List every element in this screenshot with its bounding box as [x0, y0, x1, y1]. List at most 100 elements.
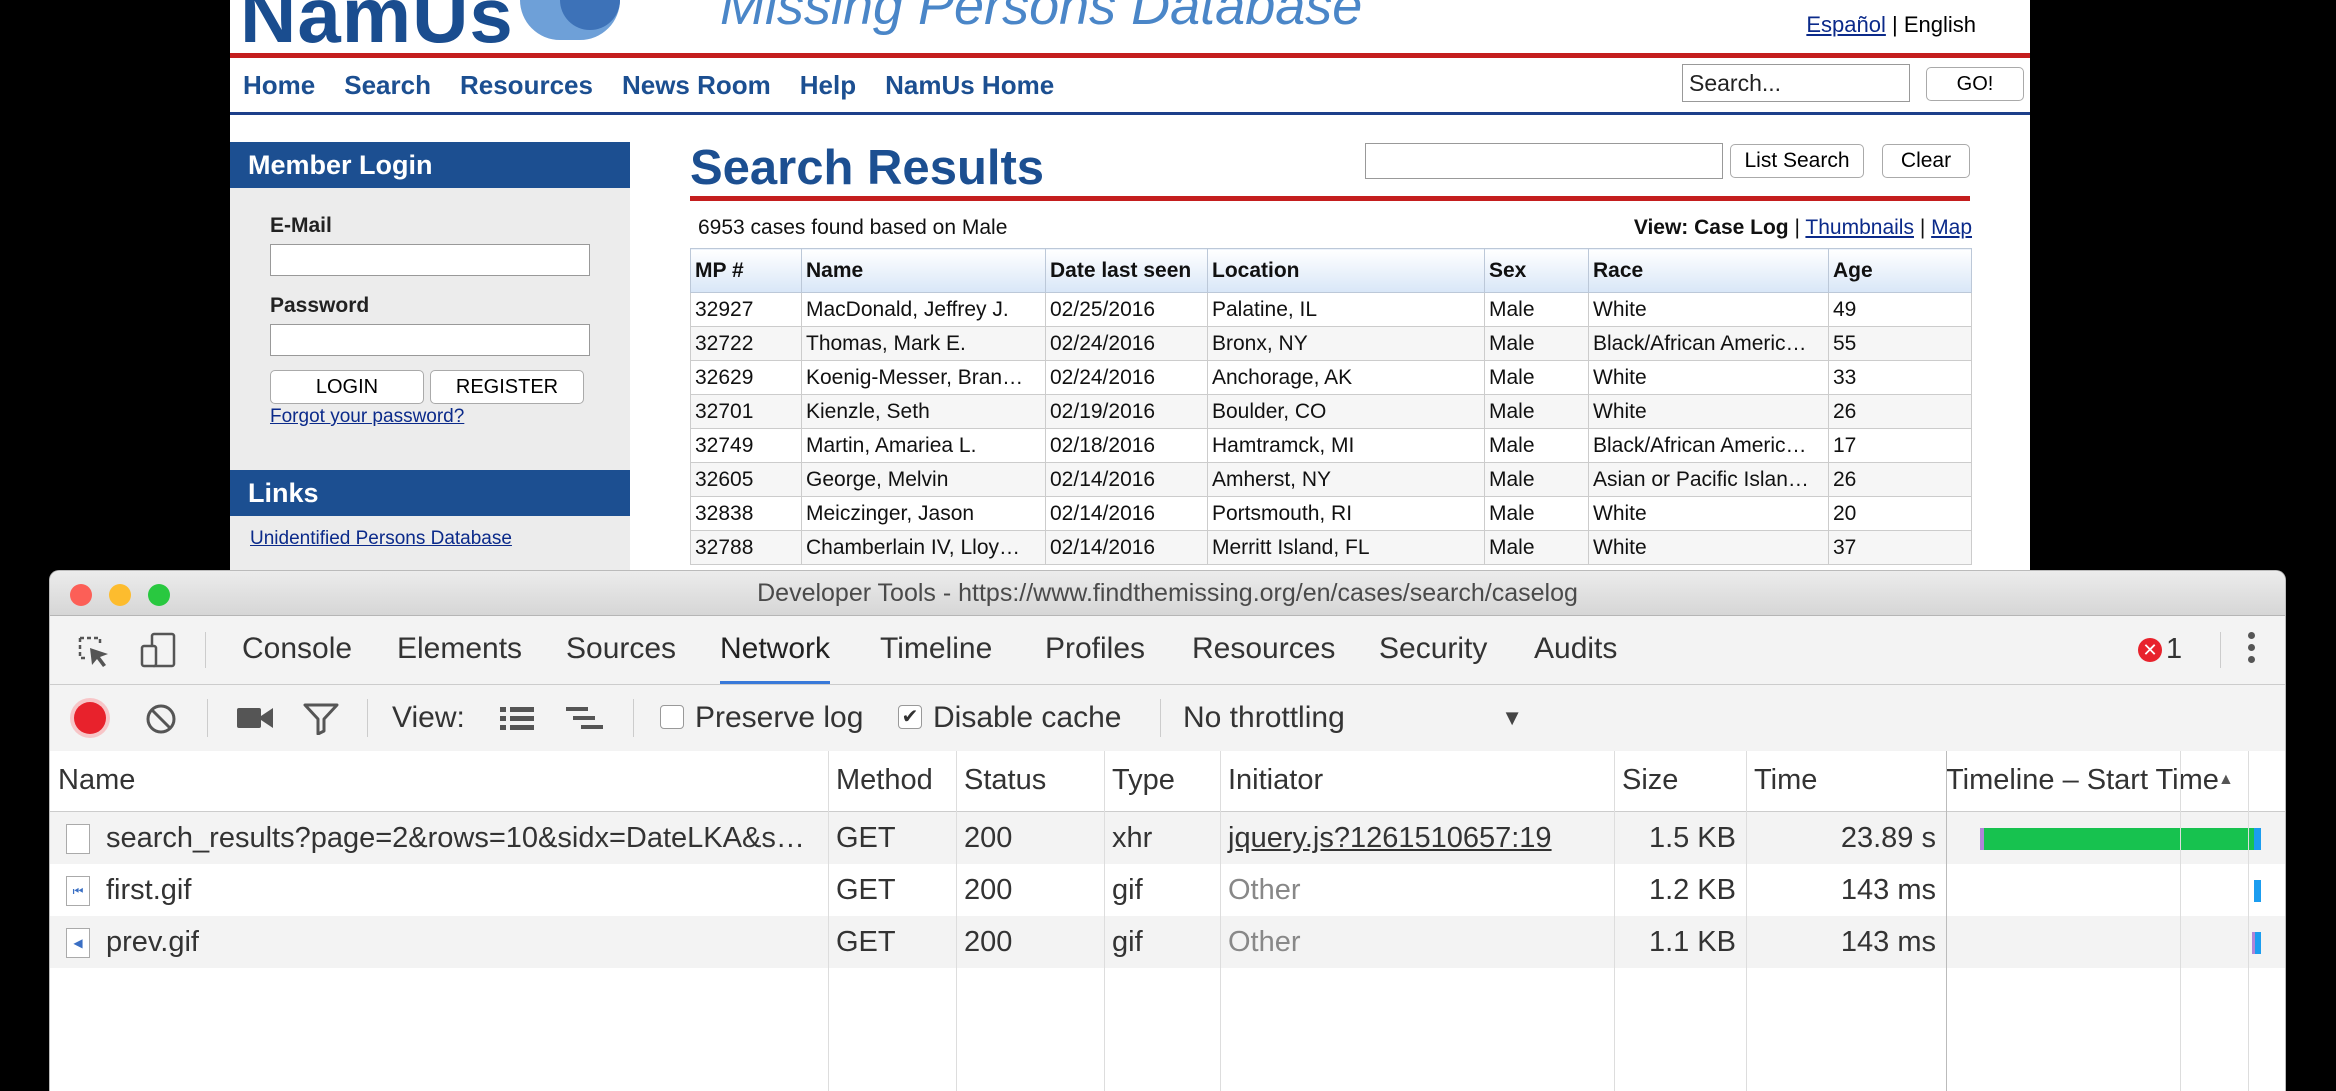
- request-status: 200: [964, 926, 1013, 958]
- inspect-element-icon[interactable]: [76, 634, 112, 670]
- request-method: GET: [836, 926, 896, 958]
- devtools-titlebar[interactable]: Developer Tools - https://www.findthemis…: [50, 571, 2285, 616]
- nav-news-room[interactable]: News Room: [622, 70, 771, 101]
- tab-elements[interactable]: Elements: [397, 616, 522, 684]
- cell-location: Boulder, CO: [1207, 394, 1485, 429]
- column-divider[interactable]: [828, 751, 829, 1091]
- col-size[interactable]: Size: [1614, 751, 1746, 809]
- large-rows-icon[interactable]: [499, 705, 535, 731]
- login-button[interactable]: LOGIN: [270, 370, 424, 404]
- cell-age: 33: [1828, 360, 1972, 395]
- table-row[interactable]: 32788 Chamberlain IV, Lloy… 02/14/2016 M…: [690, 530, 1972, 565]
- col-initiator[interactable]: Initiator: [1220, 751, 1614, 809]
- list-search-button[interactable]: List Search: [1730, 144, 1864, 178]
- nav-namus-home[interactable]: NamUs Home: [885, 70, 1054, 101]
- english-label: English: [1903, 12, 1976, 37]
- email-field[interactable]: [270, 244, 590, 276]
- nav-search[interactable]: Search: [344, 70, 431, 101]
- table-row[interactable]: 32749 Martin, Amariea L. 02/18/2016 Hamt…: [690, 428, 1972, 463]
- column-divider[interactable]: [1104, 751, 1105, 1091]
- nav-help[interactable]: Help: [800, 70, 856, 101]
- column-divider[interactable]: [1220, 751, 1221, 1091]
- error-counter[interactable]: ✕ 1: [2138, 616, 2182, 684]
- column-divider[interactable]: [956, 751, 957, 1091]
- list-search-input[interactable]: [1365, 143, 1723, 179]
- table-row[interactable]: 32701 Kienzle, Seth 02/19/2016 Boulder, …: [690, 394, 1972, 429]
- tab-audits[interactable]: Audits: [1534, 616, 1617, 684]
- nav-resources[interactable]: Resources: [460, 70, 593, 101]
- device-mode-icon[interactable]: [138, 630, 178, 670]
- col-timeline[interactable]: Timeline – Start Time: [1946, 751, 2236, 809]
- col-method[interactable]: Method: [828, 751, 956, 809]
- request-row[interactable]: search_results?page=2&rows=10&sidx=DateL…: [50, 812, 2285, 864]
- timeline-gridline: [2248, 751, 2249, 1091]
- go-button[interactable]: GO!: [1926, 67, 2024, 101]
- image-file-icon: ⏮: [66, 876, 90, 906]
- tab-resources[interactable]: Resources: [1192, 616, 1335, 684]
- tab-timeline[interactable]: Timeline: [880, 616, 992, 684]
- request-status: 200: [964, 874, 1013, 906]
- col-time[interactable]: Time: [1746, 751, 1946, 809]
- password-field[interactable]: [270, 324, 590, 356]
- more-options-icon[interactable]: [2245, 630, 2257, 670]
- preserve-log-checkbox[interactable]: [660, 705, 684, 729]
- thumbnails-link[interactable]: Thumbnails: [1805, 216, 1914, 239]
- overview-icon[interactable]: [565, 705, 605, 731]
- view-case-log-label: View: Case Log: [1633, 216, 1789, 239]
- table-row[interactable]: 32605 George, Melvin 02/14/2016 Amherst,…: [690, 462, 1972, 497]
- view-separator: |: [1794, 216, 1800, 239]
- timeline-bar-download: [2255, 932, 2261, 954]
- col-status[interactable]: Status: [956, 751, 1104, 809]
- col-sex[interactable]: Sex: [1484, 248, 1589, 293]
- espanol-link[interactable]: Español: [1806, 12, 1886, 37]
- column-divider[interactable]: [1746, 751, 1747, 1091]
- record-icon[interactable]: [74, 702, 106, 734]
- col-race[interactable]: Race: [1588, 248, 1829, 293]
- col-mp-number[interactable]: MP #: [690, 248, 802, 293]
- tab-sources[interactable]: Sources: [566, 616, 676, 684]
- request-row[interactable]: ◀ prev.gif GET 200 gif Other 1.1 KB 143 …: [50, 916, 2285, 968]
- cell-mp: 32838: [690, 496, 802, 531]
- cell-age: 17: [1828, 428, 1972, 463]
- unidentified-persons-link[interactable]: Unidentified Persons Database: [250, 528, 512, 550]
- throttling-select[interactable]: No throttling ▼: [1183, 685, 1523, 751]
- cell-location: Bronx, NY: [1207, 326, 1485, 361]
- timeline-bar-xhr: [1984, 828, 2254, 850]
- clear-button[interactable]: Clear: [1882, 144, 1970, 178]
- request-name: first.gif: [106, 874, 192, 906]
- cell-location: Anchorage, AK: [1207, 360, 1485, 395]
- col-name[interactable]: Name: [50, 751, 828, 809]
- forgot-password-link[interactable]: Forgot your password?: [270, 406, 464, 428]
- request-row[interactable]: ⏮ first.gif GET 200 gif Other 1.2 KB 143…: [50, 864, 2285, 916]
- column-divider[interactable]: [1946, 751, 1947, 1091]
- nav-home[interactable]: Home: [243, 70, 315, 101]
- col-date-last-seen[interactable]: Date last seen: [1045, 248, 1208, 293]
- site-logo[interactable]: NamUs Missing Persons Database: [230, 0, 2030, 59]
- timeline-bar-download: [2254, 828, 2261, 850]
- error-icon: ✕: [2138, 638, 2162, 663]
- cell-name: Koenig-Messer, Bran…: [801, 360, 1046, 395]
- table-row[interactable]: 32722 Thomas, Mark E. 02/24/2016 Bronx, …: [690, 326, 1972, 361]
- table-row[interactable]: 32927 MacDonald, Jeffrey J. 02/25/2016 P…: [690, 292, 1972, 327]
- table-row[interactable]: 32838 Meiczinger, Jason 02/14/2016 Ports…: [690, 496, 1972, 531]
- request-initiator-link[interactable]: jquery.js?1261510657:19: [1220, 812, 1614, 864]
- col-type[interactable]: Type: [1104, 751, 1220, 809]
- tab-network[interactable]: Network: [720, 616, 831, 684]
- network-toolbar: View: Preserve log ✔ Disable cache No th…: [50, 685, 2285, 752]
- cell-location: Portsmouth, RI: [1207, 496, 1485, 531]
- register-button[interactable]: REGISTER: [430, 370, 584, 404]
- tab-console[interactable]: Console: [242, 616, 352, 684]
- filter-icon[interactable]: [303, 703, 339, 735]
- disable-cache-checkbox[interactable]: ✔: [898, 705, 922, 729]
- column-divider[interactable]: [1614, 751, 1615, 1091]
- col-name[interactable]: Name: [801, 248, 1046, 293]
- site-search-input[interactable]: Search...: [1682, 64, 1910, 102]
- clear-icon[interactable]: [144, 702, 178, 736]
- tab-profiles[interactable]: Profiles: [1045, 616, 1145, 684]
- map-link[interactable]: Map: [1931, 216, 1972, 239]
- col-age[interactable]: Age: [1828, 248, 1972, 293]
- table-row[interactable]: 32629 Koenig-Messer, Bran… 02/24/2016 An…: [690, 360, 1972, 395]
- capture-screenshots-icon[interactable]: [236, 705, 274, 731]
- tab-security[interactable]: Security: [1379, 616, 1487, 684]
- col-location[interactable]: Location: [1207, 248, 1485, 293]
